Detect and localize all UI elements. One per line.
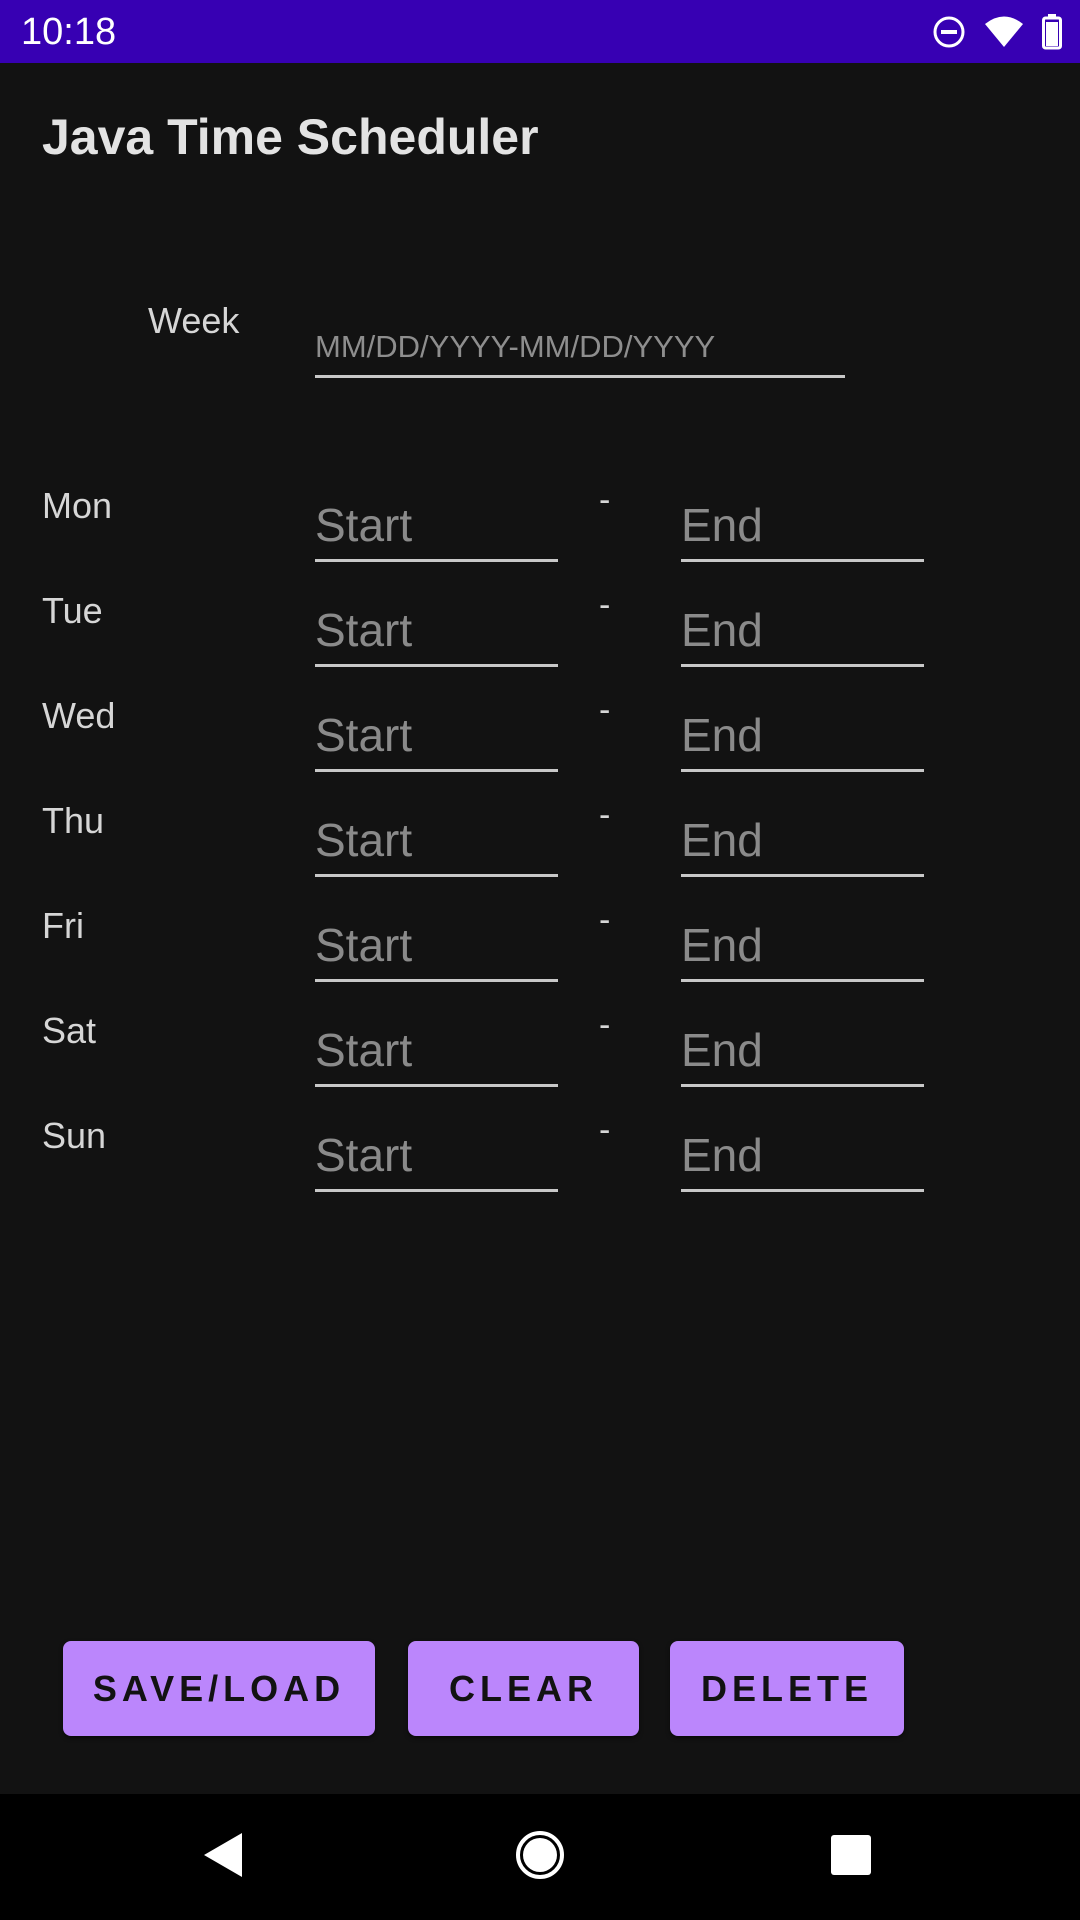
app-title: Java Time Scheduler bbox=[42, 109, 539, 165]
day-label: Sun bbox=[42, 1115, 107, 1156]
time-separator: - bbox=[599, 796, 611, 834]
sat-end-input[interactable] bbox=[681, 1015, 924, 1087]
fri-end-input[interactable] bbox=[681, 910, 924, 982]
tue-start-input[interactable] bbox=[315, 595, 558, 667]
status-bar: 10:18 bbox=[0, 0, 1080, 63]
week-range-input[interactable] bbox=[315, 318, 845, 378]
thu-start-input[interactable] bbox=[315, 805, 558, 877]
mon-end-input[interactable] bbox=[681, 490, 924, 562]
sun-start-input[interactable] bbox=[315, 1120, 558, 1192]
time-separator: - bbox=[599, 481, 611, 519]
day-row-wed: Wed - bbox=[0, 688, 1080, 793]
sat-start-input[interactable] bbox=[315, 1015, 558, 1087]
time-separator: - bbox=[599, 1111, 611, 1149]
day-label: Tue bbox=[42, 590, 103, 631]
do-not-disturb-icon bbox=[932, 15, 966, 49]
day-row-mon: Mon - bbox=[0, 478, 1080, 583]
day-label: Thu bbox=[42, 800, 105, 841]
time-separator: - bbox=[599, 901, 611, 939]
recents-icon bbox=[831, 1834, 871, 1880]
nav-recents-button[interactable] bbox=[791, 1794, 911, 1920]
day-label: Fri bbox=[42, 905, 84, 946]
day-row-sat: Sat - bbox=[0, 1003, 1080, 1108]
sun-end-input[interactable] bbox=[681, 1120, 924, 1192]
day-label: Sat bbox=[42, 1010, 97, 1051]
week-label: Week bbox=[148, 300, 240, 341]
clear-button[interactable]: CLEAR bbox=[408, 1641, 639, 1736]
status-time: 10:18 bbox=[21, 11, 117, 53]
nav-home-button[interactable] bbox=[480, 1794, 600, 1920]
wed-end-input[interactable] bbox=[681, 700, 924, 772]
time-separator: - bbox=[599, 586, 611, 624]
day-row-sun: Sun - bbox=[0, 1108, 1080, 1213]
wifi-icon bbox=[984, 15, 1024, 49]
delete-button[interactable]: DELETE bbox=[670, 1641, 904, 1736]
thu-end-input[interactable] bbox=[681, 805, 924, 877]
nav-back-button[interactable] bbox=[164, 1794, 284, 1920]
fri-start-input[interactable] bbox=[315, 910, 558, 982]
home-icon bbox=[515, 1830, 565, 1885]
time-separator: - bbox=[599, 1006, 611, 1044]
day-row-tue: Tue - bbox=[0, 583, 1080, 688]
tue-end-input[interactable] bbox=[681, 595, 924, 667]
battery-icon bbox=[1042, 14, 1062, 50]
mon-start-input[interactable] bbox=[315, 490, 558, 562]
wed-start-input[interactable] bbox=[315, 700, 558, 772]
navigation-bar bbox=[0, 1794, 1080, 1920]
day-list: Mon - Tue - Wed - Thu - Fri - bbox=[0, 478, 1080, 1213]
day-label: Wed bbox=[42, 695, 116, 736]
day-label: Mon bbox=[42, 485, 113, 526]
screen: 10:18 Java Time Scheduler Week MM/DD/YYY… bbox=[0, 0, 1080, 1920]
back-icon bbox=[202, 1831, 246, 1884]
status-icons bbox=[932, 12, 1062, 52]
time-separator: - bbox=[599, 691, 611, 729]
day-row-fri: Fri - bbox=[0, 898, 1080, 1003]
day-row-thu: Thu - bbox=[0, 793, 1080, 898]
save-load-button[interactable]: SAVE/LOAD bbox=[63, 1641, 375, 1736]
